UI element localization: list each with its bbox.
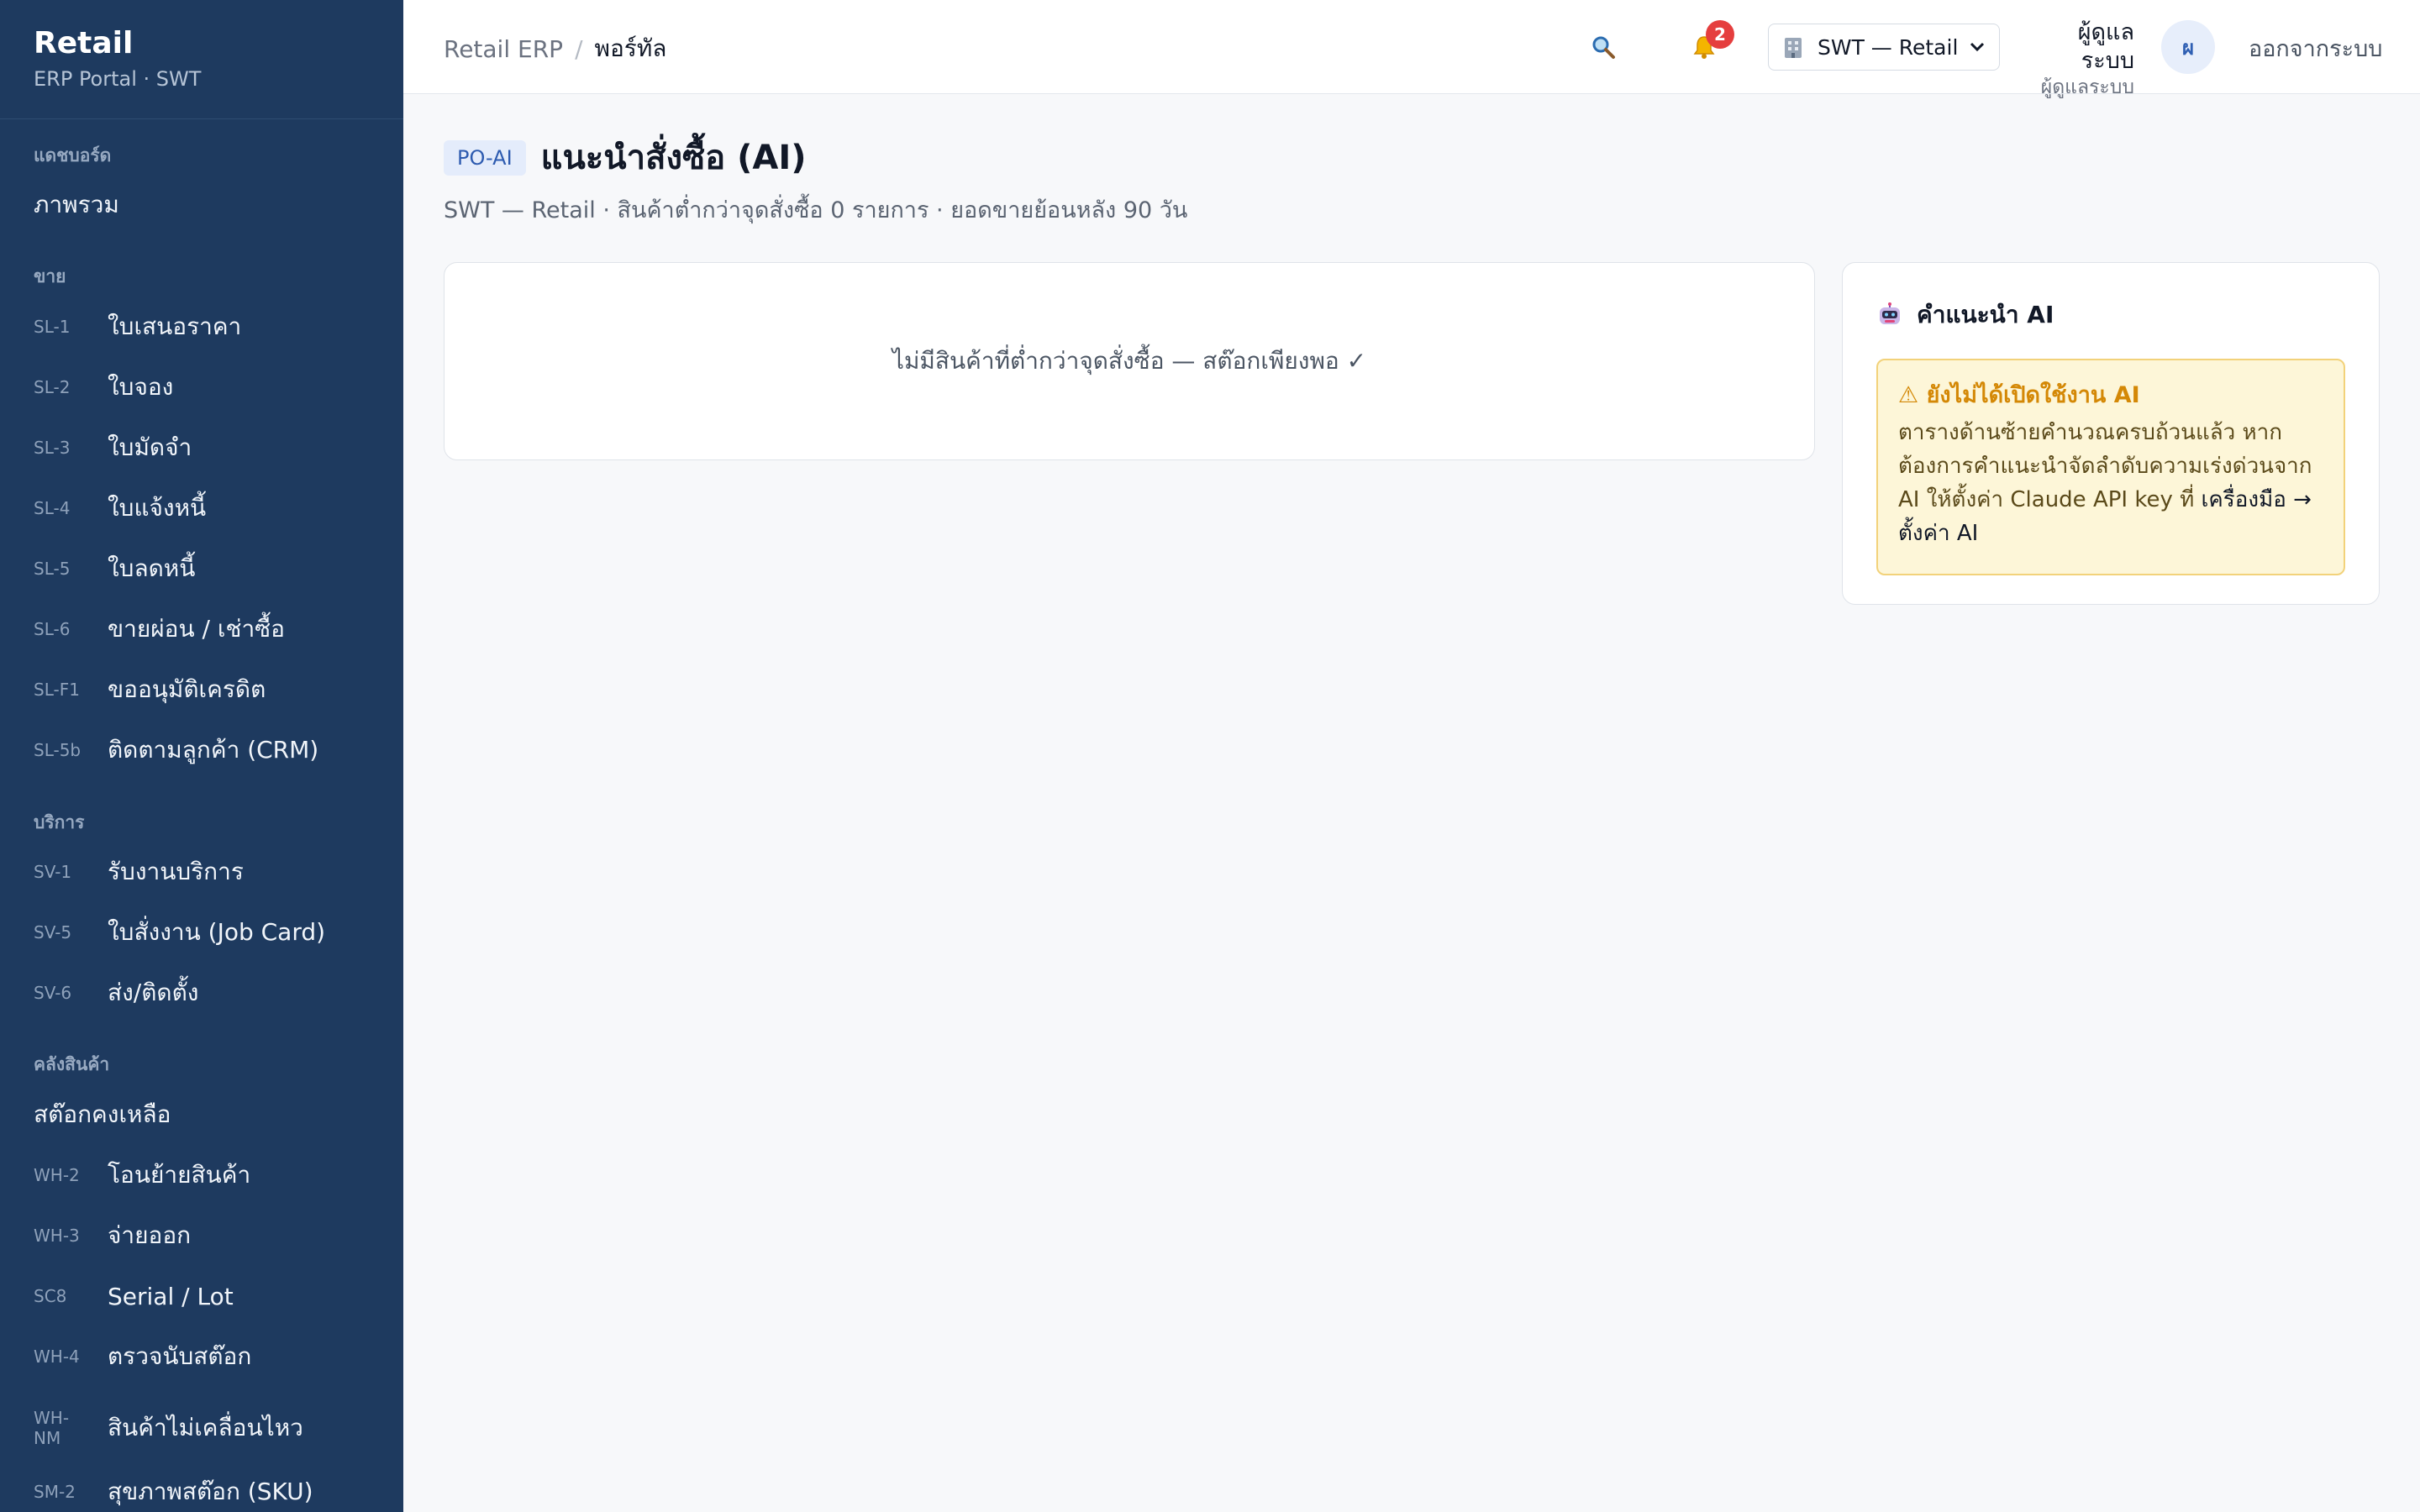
sidebar-item-code: SL-1 [34, 317, 71, 337]
brand-title: Retail [34, 26, 134, 60]
sidebar-item-label: ส่ง/ติดตั้ง [108, 979, 199, 1006]
sidebar-item-invoice[interactable]: SL-4 ใบแจ้งหนี้ [34, 488, 387, 528]
sidebar-item-label: ใบสั่งงาน (Job Card) [108, 918, 326, 946]
ai-panel-title: คำแนะนำ AI [1917, 301, 2054, 328]
section-label-sales: ขาย [34, 266, 66, 286]
sidebar-item-code: SC8 [34, 1286, 67, 1306]
brand: Retail ERP Portal · SWT [0, 0, 403, 119]
sidebar-item-code: WH-NM [34, 1408, 70, 1448]
company-select[interactable]: SWT — Retail [1768, 24, 2000, 71]
section-label-service: บริการ [34, 812, 85, 832]
building-icon [1785, 38, 1802, 58]
sidebar-item-code: SL-2 [34, 377, 71, 397]
sidebar-item-code: SM-2 [34, 1482, 76, 1502]
sidebar-item-job-card[interactable]: SV-5 ใบสั่งงาน (Job Card) [34, 912, 387, 953]
breadcrumb-root[interactable]: Retail ERP [444, 35, 563, 63]
sidebar-item-code: WH-2 [34, 1165, 80, 1185]
sidebar-item-label: ตรวจนับสต๊อก [108, 1342, 252, 1370]
ai-warning-body: ตารางด้านซ้ายคำนวณครบถ้วนแล้ว หากต้องการ… [1898, 416, 2323, 550]
sidebar-item-label: ใบแจ้งหนี้ [108, 494, 207, 522]
sidebar-item-stock-balance[interactable]: สต๊อกคงเหลือ [34, 1095, 387, 1135]
avatar[interactable]: ผ [2161, 20, 2215, 74]
search-icon [1592, 36, 1615, 59]
topbar: Retail ERP / พอร์ทัล 2 SWT — Retail ผู้ด… [403, 0, 2420, 98]
logout-button[interactable]: ออกจากระบบ [2249, 30, 2382, 66]
sidebar-item-code: WH-4 [34, 1347, 80, 1367]
breadcrumb-separator: / [575, 34, 583, 63]
sidebar-item-issue[interactable]: WH-3 จ่ายออก [34, 1215, 387, 1256]
user-name: ผู้ดูแลระบบ [2077, 19, 2134, 74]
page-code-chip: PO-AI [444, 140, 526, 176]
sidebar-item-code: SV-1 [34, 862, 72, 882]
sidebar-item-installment[interactable]: SL-6 ขายผ่อน / เช่าซื้อ [34, 609, 387, 649]
sidebar-item-label: ขายผ่อน / เช่าซื้อ [108, 615, 285, 643]
sidebar-item-reservation[interactable]: SL-2 ใบจอง [34, 367, 387, 407]
reorder-table-card: ไม่มีสินค้าที่ต่ำกว่าจุดสั่งซื้อ — สต๊อก… [444, 262, 1815, 460]
sidebar-item-credit-approval[interactable]: SL-F1 ขออนุมัติเครดิต [34, 669, 387, 710]
sidebar: Retail ERP Portal · SWT แดชบอร์ด ภาพรวม … [0, 0, 403, 1512]
breadcrumb: Retail ERP / พอร์ทัล [444, 30, 666, 67]
brand-subtitle: ERP Portal · SWT [34, 67, 202, 91]
chevron-down-icon [1970, 42, 1985, 52]
notifications-button[interactable]: 2 [1684, 20, 1734, 67]
sidebar-item-non-moving[interactable]: WH-NM สินค้าไม่เคลื่อนไหว [34, 1404, 387, 1452]
sidebar-item-code: WH-3 [34, 1226, 80, 1246]
sidebar-item-label: Serial / Lot [108, 1282, 234, 1310]
sidebar-item-stock-count[interactable]: WH-4 ตรวจนับสต๊อก [34, 1336, 387, 1377]
user-info: ผู้ดูแลระบบ ผู้ดูแลระบบ [2025, 18, 2134, 99]
search-button[interactable] [1583, 27, 1623, 67]
sidebar-item-label: ขออนุมัติเครดิต [108, 675, 266, 703]
sidebar-item-delivery-install[interactable]: SV-6 ส่ง/ติดตั้ง [34, 973, 387, 1013]
sidebar-item-label: รับงานบริการ [108, 858, 244, 885]
user-role: ผู้ดูแลระบบ [2040, 76, 2134, 98]
sidebar-item-code: SV-6 [34, 983, 72, 1003]
sidebar-item-code: SV-5 [34, 922, 72, 942]
sidebar-item-quotation[interactable]: SL-1 ใบเสนอราคา [34, 307, 387, 347]
ai-warning-title: ⚠ ยังไม่ได้เปิดใช้งาน AI [1898, 382, 2140, 408]
sidebar-item-credit-note[interactable]: SL-5 ใบลดหนี้ [34, 549, 387, 589]
sidebar-item-label: สต๊อกคงเหลือ [34, 1100, 171, 1128]
company-select-value: SWT — Retail [1818, 34, 1959, 60]
sidebar-item-label: สุขภาพสต๊อก (SKU) [108, 1478, 313, 1505]
sidebar-item-service-intake[interactable]: SV-1 รับงานบริการ [34, 852, 387, 892]
sidebar-item-deposit[interactable]: SL-3 ใบมัดจำ [34, 428, 387, 468]
section-label-dashboard: แดชบอร์ด [34, 145, 112, 165]
notification-badge: 2 [1706, 20, 1734, 49]
sidebar-item-label: ติดตามลูกค้า (CRM) [108, 736, 319, 764]
sidebar-item-code: SL-3 [34, 438, 71, 458]
sidebar-item-label: ใบจอง [108, 373, 174, 401]
sidebar-item-label: สินค้าไม่เคลื่อนไหว [108, 1414, 303, 1441]
sidebar-item-overview[interactable]: ภาพรวม [34, 185, 387, 225]
sidebar-item-code: SL-F1 [34, 680, 80, 700]
sidebar-item-label: ใบลดหนี้ [108, 554, 196, 582]
sidebar-item-code: SL-6 [34, 619, 71, 639]
page-header: PO-AI แนะนำสั่งซื้อ (AI) SWT — Retail · … [444, 136, 1187, 228]
page-title: แนะนำสั่งซื้อ (AI) [540, 139, 807, 177]
robot-icon [1880, 302, 1900, 324]
sidebar-item-label: ใบเสนอราคา [108, 312, 242, 340]
sidebar-item-code: SL-5b [34, 740, 82, 760]
sidebar-item-label: โอนย้ายสินค้า [108, 1161, 251, 1189]
ai-recommendation-panel: คำแนะนำ AI ⚠ ยังไม่ได้เปิดใช้งาน AI ตารา… [1842, 262, 2380, 605]
breadcrumb-current: พอร์ทัล [594, 34, 667, 62]
page-subtitle: SWT — Retail · สินค้าต่ำกว่าจุดสั่งซื้อ … [444, 197, 1188, 223]
sidebar-item-stock-health[interactable]: SM-2 สุขภาพสต๊อก (SKU) [34, 1472, 387, 1512]
section-label-warehouse: คลังสินค้า [34, 1054, 110, 1074]
sidebar-item-label: ใบมัดจำ [108, 433, 192, 461]
sidebar-item-label: จ่ายออก [108, 1221, 192, 1249]
sidebar-item-code: SL-4 [34, 498, 71, 518]
ai-warning-box: ⚠ ยังไม่ได้เปิดใช้งาน AI ตารางด้านซ้ายคำ… [1876, 359, 2345, 575]
sidebar-item-code: SL-5 [34, 559, 71, 579]
sidebar-item-crm[interactable]: SL-5b ติดตามลูกค้า (CRM) [34, 730, 387, 770]
sidebar-item-serial-lot[interactable]: SC8 Serial / Lot [34, 1276, 387, 1316]
sidebar-item-transfer[interactable]: WH-2 โอนย้ายสินค้า [34, 1155, 387, 1195]
sidebar-item-label: ภาพรวม [34, 191, 119, 218]
empty-state-message: ไม่มีสินค้าที่ต่ำกว่าจุดสั่งซื้อ — สต๊อก… [892, 347, 1367, 375]
